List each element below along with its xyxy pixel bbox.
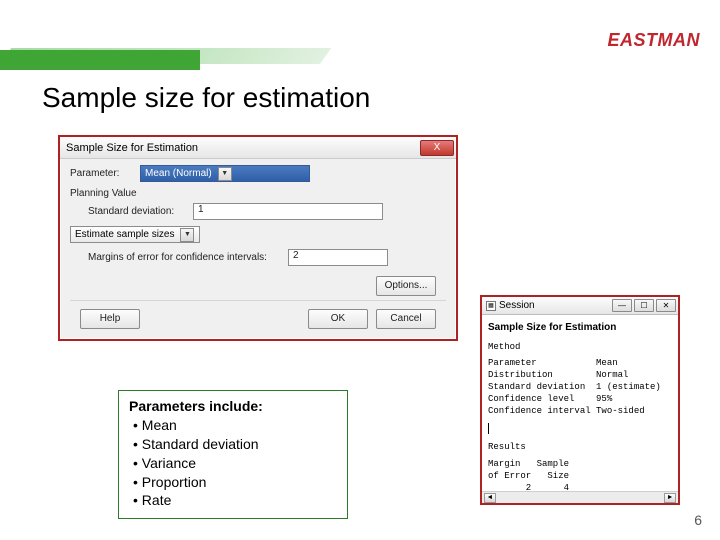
dialog-titlebar: Sample Size for Estimation X xyxy=(60,137,456,159)
maximize-button[interactable]: ☐ xyxy=(634,299,654,312)
session-titlebar: ▦ Session — ☐ ✕ xyxy=(482,297,678,315)
session-icon: ▦ xyxy=(486,301,496,311)
results-label: Results xyxy=(488,441,672,453)
scroll-right-icon[interactable]: ► xyxy=(664,493,676,503)
parameters-info-box: Parameters include: Mean Standard deviat… xyxy=(118,390,348,519)
sample-size-dialog: Sample Size for Estimation X Parameter: … xyxy=(58,135,458,341)
page-title: Sample size for estimation xyxy=(42,82,370,114)
horizontal-scrollbar[interactable]: ◄ ► xyxy=(482,491,678,503)
margins-label: Margins of error for confidence interval… xyxy=(88,252,288,263)
list-item: Rate xyxy=(133,491,337,510)
page-number: 6 xyxy=(694,512,702,528)
planning-value-label: Planning Value xyxy=(70,188,446,199)
help-button[interactable]: Help xyxy=(80,309,140,329)
list-item: Standard deviation xyxy=(133,435,337,454)
scroll-left-icon[interactable]: ◄ xyxy=(484,493,496,503)
estimate-dropdown[interactable]: Estimate sample sizes ▼ xyxy=(70,226,200,243)
close-button[interactable]: ✕ xyxy=(656,299,676,312)
cancel-button[interactable]: Cancel xyxy=(376,309,436,329)
std-dev-input[interactable]: 1 xyxy=(193,203,383,220)
results-block: Margin Sample of Error Size 2 4 xyxy=(488,458,672,491)
list-item: Variance xyxy=(133,454,337,473)
chevron-down-icon: ▼ xyxy=(180,228,194,242)
dialog-title: Sample Size for Estimation xyxy=(66,142,198,154)
parameter-dropdown-value: Mean (Normal) xyxy=(145,168,212,179)
margins-input[interactable]: 2 xyxy=(288,249,388,266)
options-button[interactable]: Options... xyxy=(376,276,436,296)
estimate-dropdown-value: Estimate sample sizes xyxy=(75,229,174,240)
close-button[interactable]: X xyxy=(420,140,454,156)
header-accent xyxy=(0,50,200,70)
session-body: Sample Size for Estimation Method Parame… xyxy=(482,315,678,491)
parameters-header: Parameters include: xyxy=(129,397,337,416)
parameter-dropdown[interactable]: Mean (Normal) ▼ xyxy=(140,165,310,182)
session-title: Session xyxy=(499,300,535,311)
brand-logo: EASTMAN xyxy=(608,30,701,51)
parameter-label: Parameter: xyxy=(70,168,140,179)
list-item: Proportion xyxy=(133,473,337,492)
list-item: Mean xyxy=(133,416,337,435)
session-heading: Sample Size for Estimation xyxy=(488,321,672,335)
chevron-down-icon: ▼ xyxy=(218,167,232,181)
ok-button[interactable]: OK xyxy=(308,309,368,329)
text-cursor xyxy=(488,423,489,434)
std-dev-label: Standard deviation: xyxy=(88,206,193,217)
method-block: Parameter Mean Distribution Normal Stand… xyxy=(488,357,672,418)
minimize-button[interactable]: — xyxy=(612,299,632,312)
method-label: Method xyxy=(488,341,672,353)
session-window: ▦ Session — ☐ ✕ Sample Size for Estimati… xyxy=(480,295,680,505)
